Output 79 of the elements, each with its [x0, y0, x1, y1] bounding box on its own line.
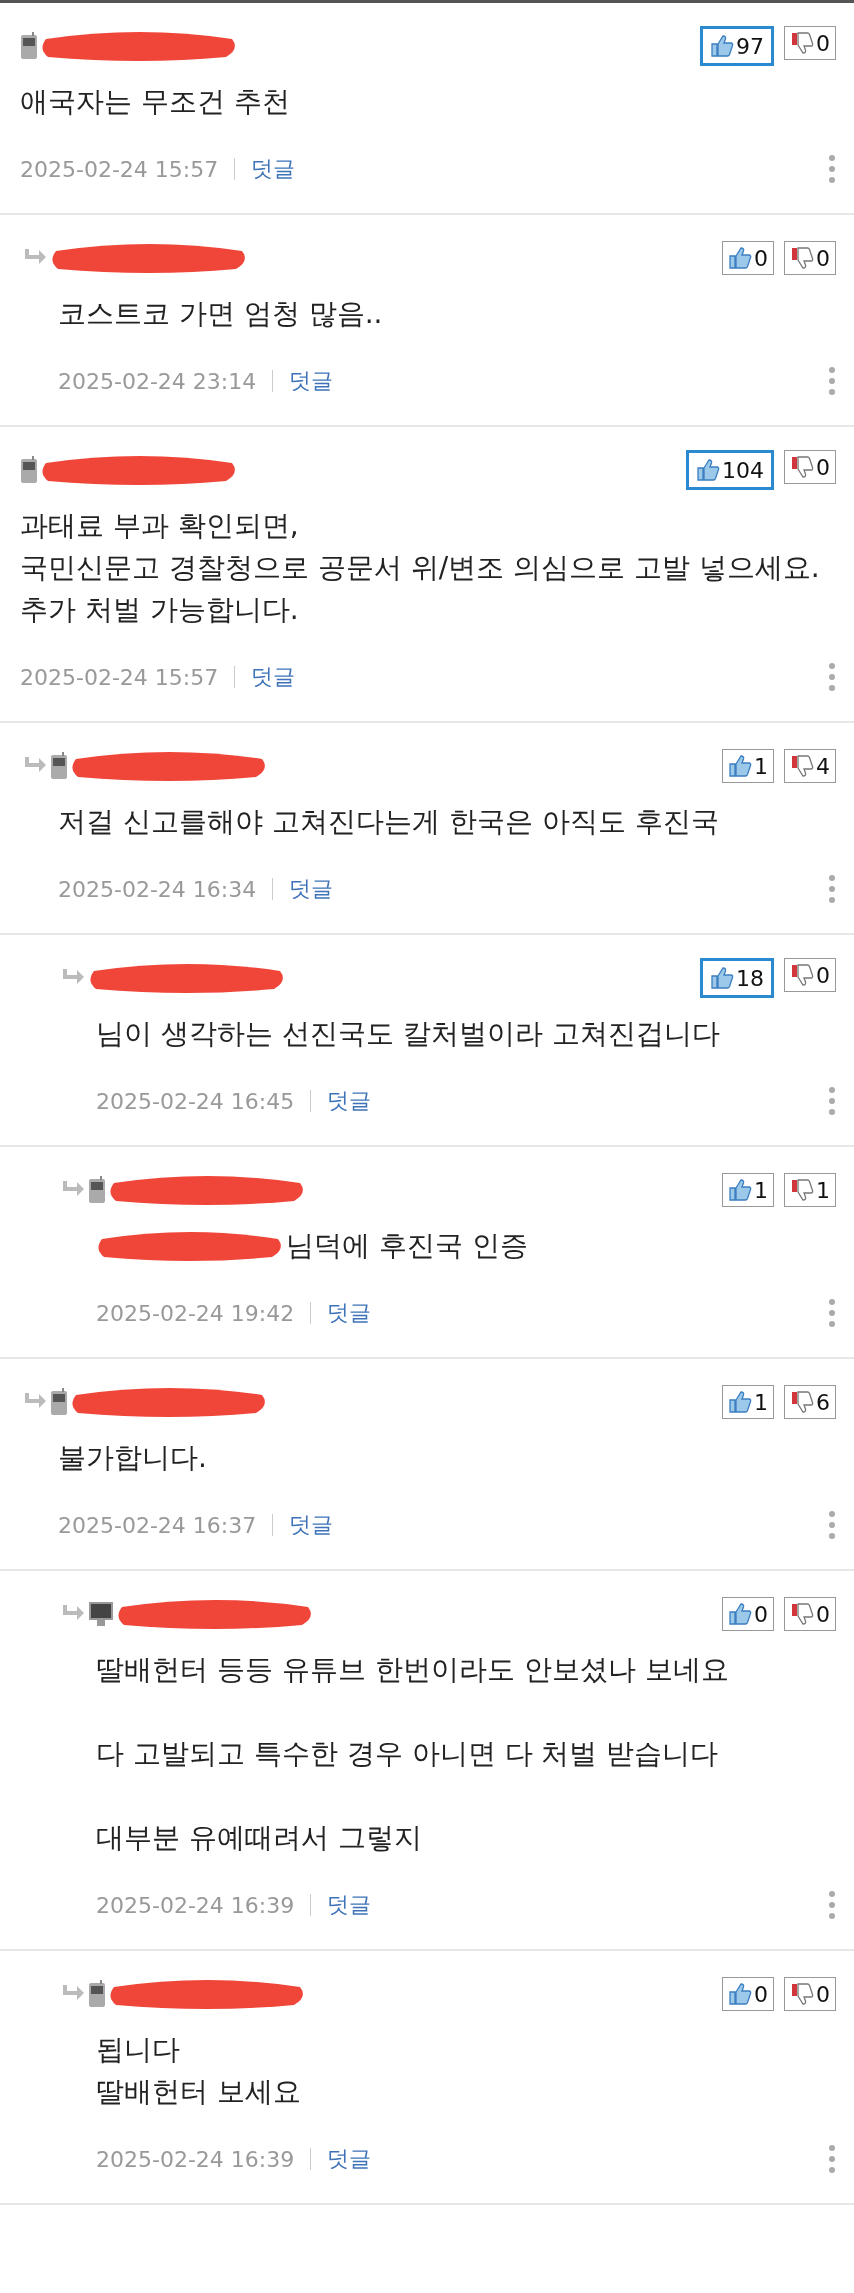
phone-icon [50, 752, 68, 780]
thumbs-up-icon [728, 1390, 752, 1414]
monitor-icon [88, 1600, 114, 1628]
like-button[interactable]: 1 [722, 749, 774, 783]
more-options-icon[interactable] [828, 366, 836, 396]
dislike-button[interactable]: 0 [784, 241, 836, 275]
thumbs-up-icon [696, 458, 720, 482]
thumbs-down-icon [790, 1178, 814, 1202]
thumbs-up-icon [728, 1178, 752, 1202]
dislike-button[interactable]: 4 [784, 749, 836, 783]
phone-icon [50, 1388, 68, 1416]
phone-icon [20, 32, 38, 60]
comment-date: 2025-02-24 16:37 [58, 1512, 257, 1538]
more-options-icon[interactable] [828, 1510, 836, 1540]
reply-link[interactable]: 덧글 [251, 154, 296, 184]
like-button[interactable]: 97 [700, 26, 774, 66]
thumbs-up-icon [728, 246, 752, 270]
more-options-icon[interactable] [828, 2144, 836, 2174]
more-options-icon[interactable] [828, 1890, 836, 1920]
thumbs-up-icon [728, 754, 752, 778]
reply-link[interactable]: 덧글 [327, 2144, 372, 2174]
comment-date: 2025-02-24 23:14 [58, 368, 257, 394]
phone-icon [88, 1176, 106, 1204]
comment-text: 불가합니다. [58, 1440, 207, 1476]
thumbs-up-icon [728, 1982, 752, 2006]
comment-text: 딸배헌터 등등 유튜브 한번이라도 안보셨나 보네요 다 고발되고 특수한 경우 아니면 다 처벌 받습니다 대부분 유예때려서 그렇지 [96, 1652, 729, 1856]
like-button[interactable]: 0 [722, 1597, 774, 1631]
phone-icon [20, 456, 38, 484]
comment-date: 2025-02-24 16:39 [96, 1892, 295, 1918]
thumbs-up-icon [710, 34, 734, 58]
thumbs-down-icon [790, 1390, 814, 1414]
like-button[interactable]: 1 [722, 1385, 774, 1419]
reply-link[interactable]: 덧글 [327, 1298, 372, 1328]
like-button[interactable]: 1 [722, 1173, 774, 1207]
reply-link[interactable]: 덧글 [251, 662, 296, 692]
reply-link[interactable]: 덧글 [327, 1890, 372, 1920]
comment-date: 2025-02-24 16:39 [96, 2146, 295, 2172]
comment-date: 2025-02-24 19:42 [96, 1300, 295, 1326]
thumbs-down-icon [790, 754, 814, 778]
comment-text: 님덕에 후진국 인증 [286, 1228, 528, 1264]
like-button[interactable]: 104 [686, 450, 774, 490]
comment-text: 애국자는 무조건 추천 [20, 84, 290, 120]
thumbs-up-icon [728, 1602, 752, 1626]
more-options-icon[interactable] [828, 874, 836, 904]
comment-date: 2025-02-24 15:57 [20, 156, 219, 182]
reply-link[interactable]: 덧글 [327, 1086, 372, 1116]
dislike-button[interactable]: 0 [784, 1977, 836, 2011]
comment-date: 2025-02-24 16:34 [58, 876, 257, 902]
dislike-button[interactable]: 0 [784, 1597, 836, 1631]
more-options-icon[interactable] [828, 1298, 836, 1328]
comment-text: 저걸 신고를해야 고쳐진다는게 한국은 아직도 후진국 [58, 804, 719, 840]
like-button[interactable]: 0 [722, 1977, 774, 2011]
reply-link[interactable]: 덧글 [289, 1510, 334, 1540]
dislike-button[interactable]: 0 [784, 958, 836, 992]
comment-date: 2025-02-24 16:45 [96, 1088, 295, 1114]
phone-icon [88, 1980, 106, 2008]
thumbs-down-icon [790, 455, 814, 479]
comment-text: 코스트코 가면 엄청 많음.. [58, 296, 383, 332]
comment-text: 됩니다 딸배헌터 보세요 [96, 2032, 301, 2110]
dislike-button[interactable]: 0 [784, 450, 836, 484]
thumbs-down-icon [790, 1602, 814, 1626]
comment-text: 님이 생각하는 선진국도 칼처벌이라 고쳐진겁니다 [96, 1016, 720, 1052]
like-button[interactable]: 0 [722, 241, 774, 275]
dislike-button[interactable]: 0 [784, 26, 836, 60]
more-options-icon[interactable] [828, 1086, 836, 1116]
reply-link[interactable]: 덧글 [289, 366, 334, 396]
dislike-button[interactable]: 1 [784, 1173, 836, 1207]
thumbs-down-icon [790, 963, 814, 987]
thumbs-down-icon [790, 246, 814, 270]
more-options-icon[interactable] [828, 662, 836, 692]
dislike-button[interactable]: 6 [784, 1385, 836, 1419]
comment-text: 과태료 부과 확인되면, 국민신문고 경찰청으로 공문서 위/변조 의심으로 고발 넣으세요. 추가 처벌 가능합니다. [20, 508, 820, 628]
thumbs-down-icon [790, 31, 814, 55]
more-options-icon[interactable] [828, 154, 836, 184]
thumbs-down-icon [790, 1982, 814, 2006]
like-button[interactable]: 18 [700, 958, 774, 998]
reply-link[interactable]: 덧글 [289, 874, 334, 904]
thumbs-up-icon [710, 966, 734, 990]
comment-date: 2025-02-24 15:57 [20, 664, 219, 690]
